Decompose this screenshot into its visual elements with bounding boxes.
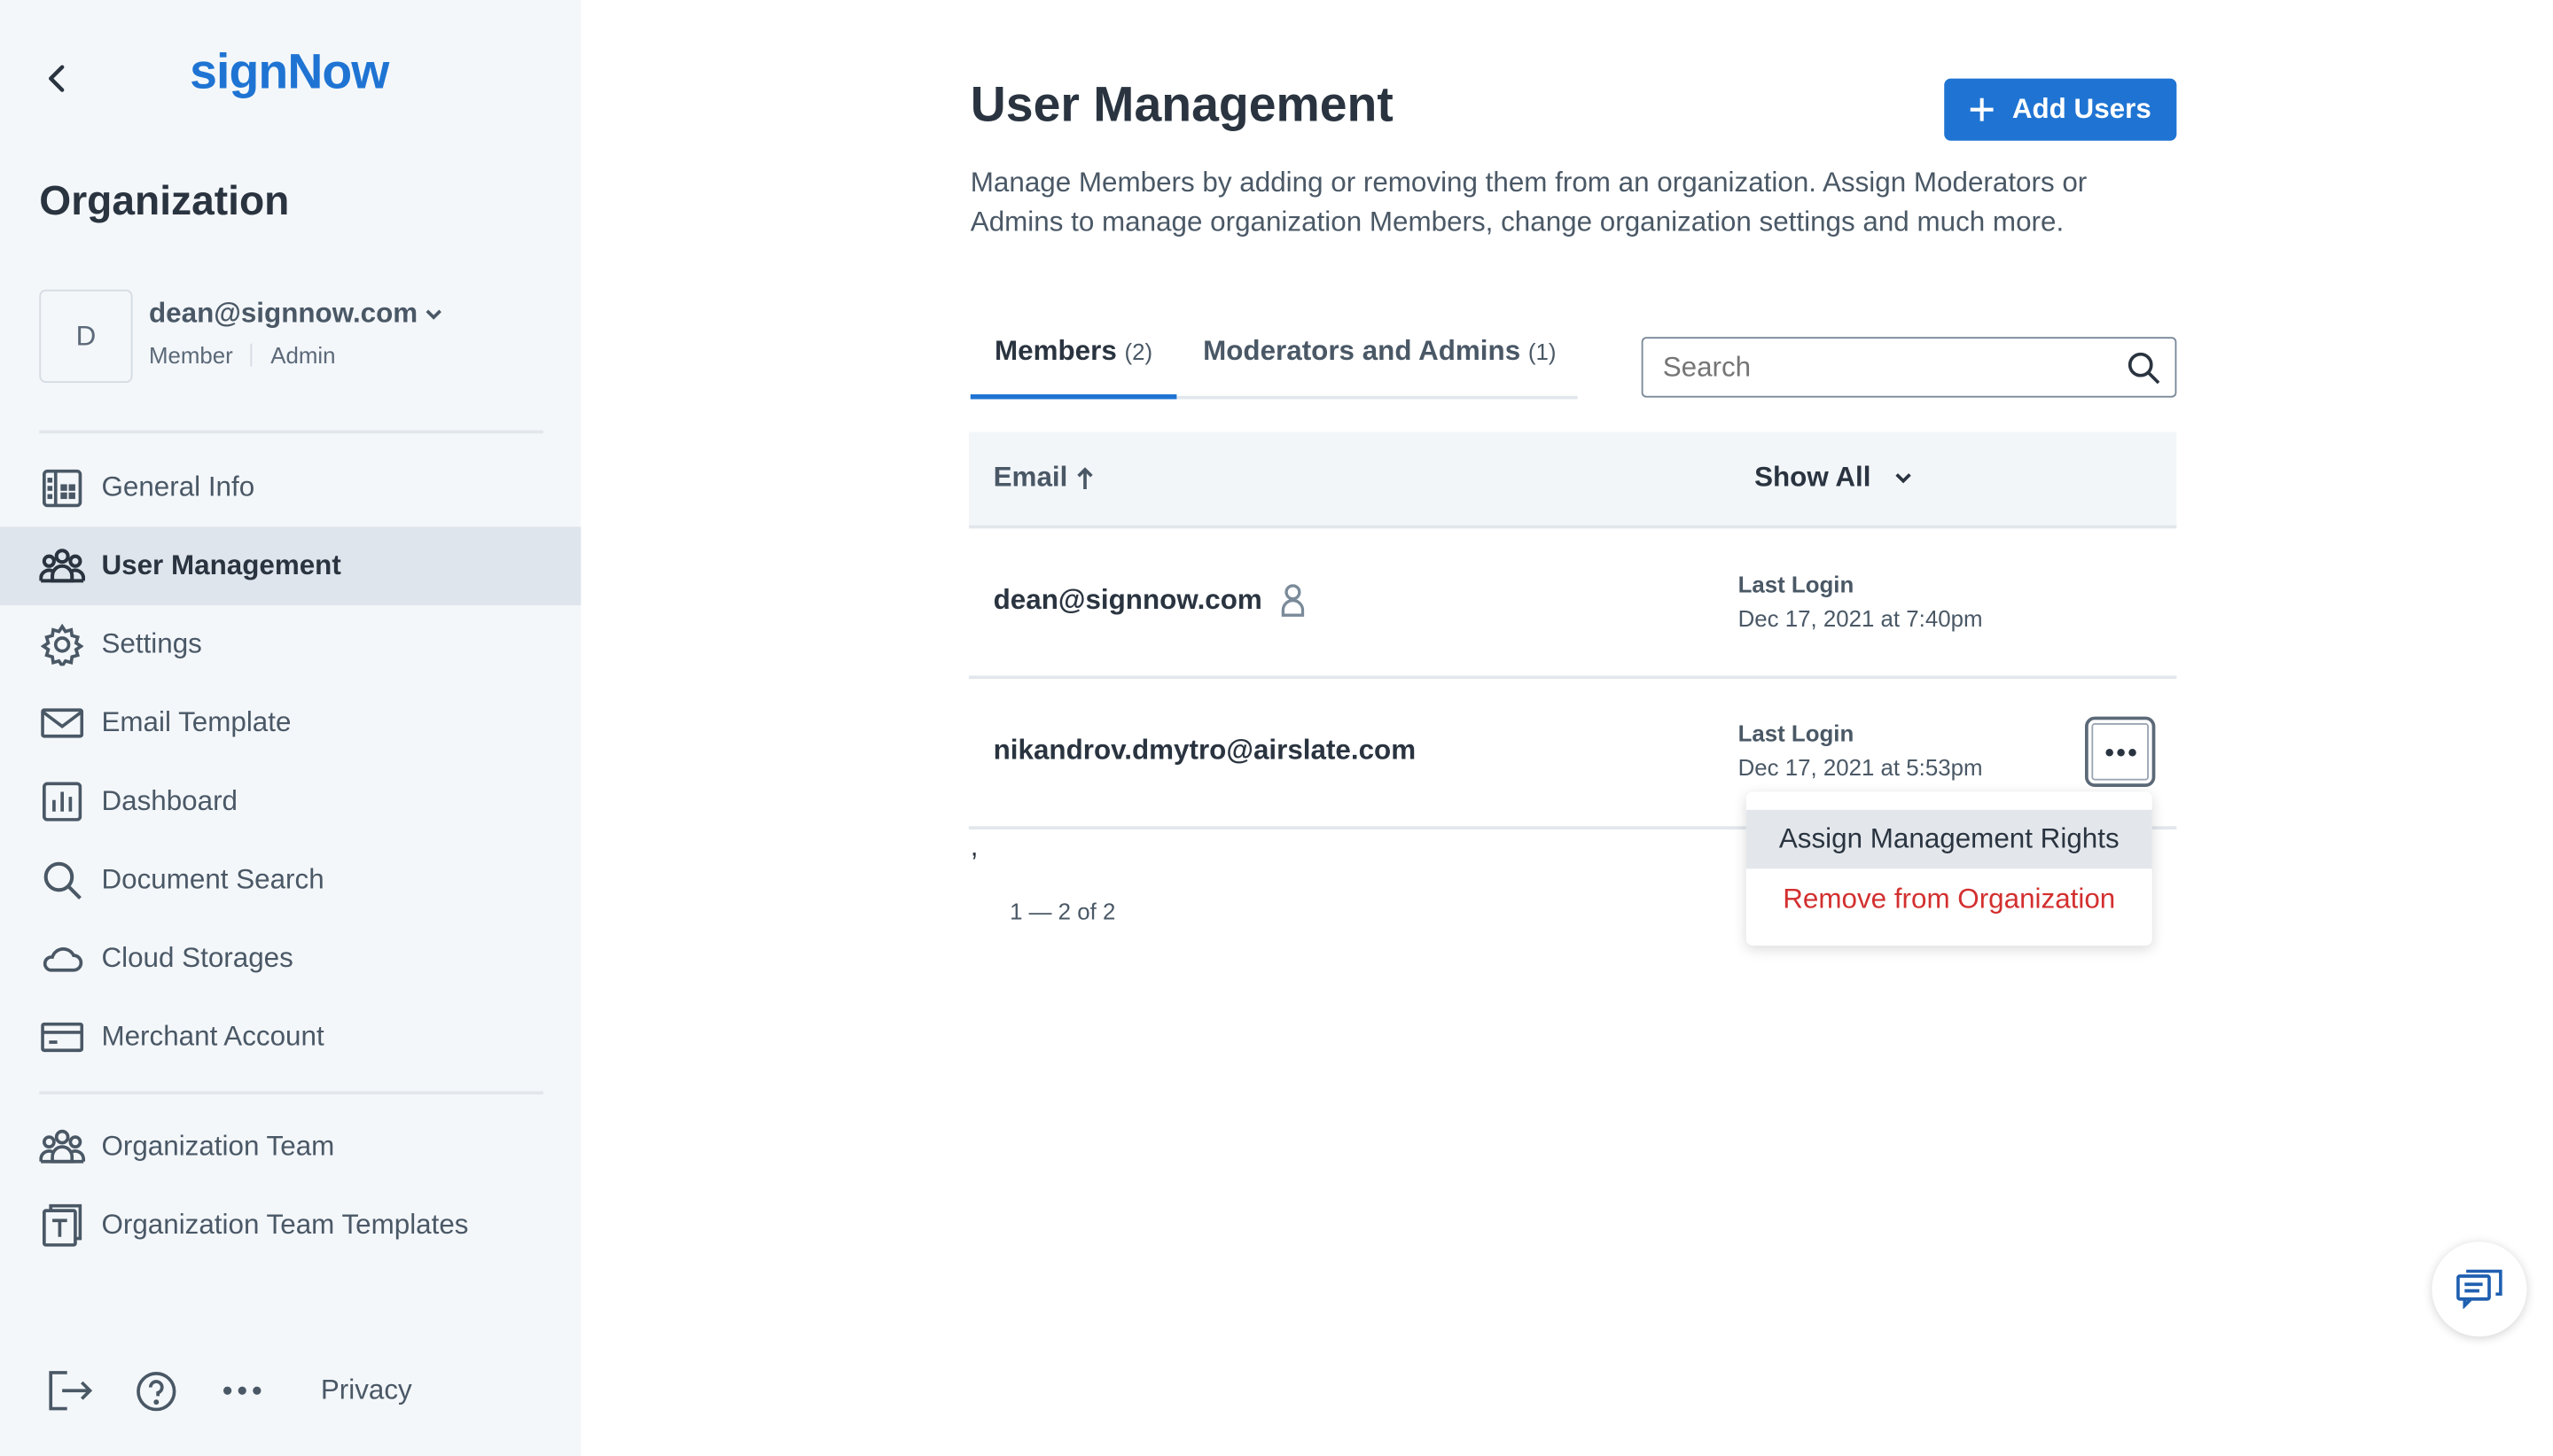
role-member: Member [148,341,233,369]
account-email: dean@signnow.com [148,297,418,330]
tab-label: Moderators and Admins [1203,335,1521,367]
sidebar-item-merchant-account[interactable]: Merchant Account [0,998,581,1077]
pagination-label: 1 — 2 of 2 [1010,898,1116,925]
last-login-label: Last Login [1737,720,1854,746]
current-user-icon [1282,584,1305,617]
search-field[interactable] [1641,337,2177,398]
privacy-link[interactable]: Privacy [321,1374,412,1407]
tab-label: Members [994,334,1117,366]
signnow-logo[interactable]: signNow [190,46,389,102]
section-title: Organization [39,178,290,224]
last-login-label: Last Login [1737,571,1854,597]
member-email: nikandrov.dmytro@airslate.com [993,734,1417,766]
row-actions-button[interactable] [2084,716,2156,787]
description-line: Admins to manage organization Members, c… [970,206,2065,237]
tab-moderators-and-admins[interactable]: Moderators and Admins (1) [1182,308,1578,396]
gear-icon [39,622,85,668]
divider [251,343,253,367]
more-options-icon[interactable] [223,1384,262,1398]
sidebar-item-label: Settings [101,627,202,659]
plus-icon [1970,97,1996,123]
last-login-date: Dec 17, 2021 at 5:53pm [1737,754,1983,781]
sidebar-item-general-info[interactable]: General Info [0,448,581,527]
users-icon [39,543,85,589]
divider [39,1091,543,1095]
email-sort-header[interactable]: Email [994,462,1094,494]
member-email: dean@signnow.com [993,584,1262,616]
sidebar-item-label: User Management [101,549,341,581]
chevron-down-icon [1893,471,1913,485]
description-line: Manage Members by adding or removing the… [970,167,2088,199]
cloud-icon [39,936,85,982]
credit-card-icon [39,1015,85,1061]
sidebar-item-settings[interactable]: Settings [0,605,581,684]
sidebar-item-label: Cloud Storages [101,942,293,974]
help-icon[interactable] [136,1371,176,1412]
sidebar-item-label: Organization Team Templates [101,1209,469,1241]
sidebar-item-label: Merchant Account [101,1020,324,1053]
page-title: User Management [970,78,1394,133]
building-icon [39,464,85,510]
chat-icon [2456,1269,2502,1309]
sidebar: signNow Organization D dean@signnow.com … [0,0,582,1456]
table-header: Email Show All [968,432,2177,529]
logout-icon[interactable] [48,1369,94,1412]
account-switcher[interactable]: dean@signnow.com [149,298,444,331]
add-users-button[interactable]: Add Users [1944,78,2177,141]
search-input[interactable] [1659,346,2108,390]
search-icon[interactable] [2128,352,2160,385]
show-all-filter[interactable]: Show All [1754,462,1913,494]
add-users-label: Add Users [2011,93,2151,125]
sidebar-item-document-search[interactable]: Document Search [0,841,581,920]
sidebar-item-label: Organization Team [101,1130,335,1162]
menu-item-assign-management-rights[interactable]: Assign Management Rights [1745,809,2152,869]
chat-button[interactable] [2432,1242,2527,1337]
sidebar-item-organization-team[interactable]: Organization Team [0,1108,581,1187]
role-admin: Admin [270,341,336,369]
filter-label: Show All [1754,461,1871,493]
sidebar-item-dashboard[interactable]: Dashboard [0,762,581,841]
stray-text: , [970,830,979,862]
tab-members[interactable]: Members (2) [970,308,1177,400]
template-icon [39,1203,85,1249]
row-actions-menu: Assign Management Rights Remove from Org… [1745,791,2152,946]
bar-chart-icon [39,779,85,825]
envelope-icon [39,700,85,746]
users-icon [39,1124,85,1170]
sidebar-item-label: Email Template [101,706,292,738]
sidebar-item-label: General Info [101,471,255,502]
sidebar-item-user-management[interactable]: User Management [0,526,582,606]
arrow-up-icon [1077,466,1094,489]
more-options-icon [2104,747,2136,757]
sidebar-item-label: Document Search [101,863,324,895]
chevron-down-icon [425,306,444,322]
back-chevron-icon[interactable] [39,58,75,97]
sidebar-item-organization-team-templates[interactable]: Organization Team Templates [0,1186,581,1265]
menu-item-remove-from-organization[interactable]: Remove from Organization [1746,870,2152,929]
sidebar-item-label: Dashboard [101,785,238,817]
search-icon [39,857,85,903]
tab-count: (2) [1124,338,1153,364]
last-login-date: Dec 17, 2021 at 7:40pm [1737,605,1983,632]
email-header-label: Email [993,461,1068,493]
sidebar-item-cloud-storages[interactable]: Cloud Storages [0,920,581,999]
divider [39,430,543,434]
avatar: D [39,289,133,383]
table-row: dean@signnow.com Last Login Dec 17, 2021… [968,526,2177,680]
sidebar-item-email-template[interactable]: Email Template [0,684,581,763]
page-description: Manage Members by adding or removing the… [971,164,2214,243]
tab-count: (1) [1527,339,1557,365]
